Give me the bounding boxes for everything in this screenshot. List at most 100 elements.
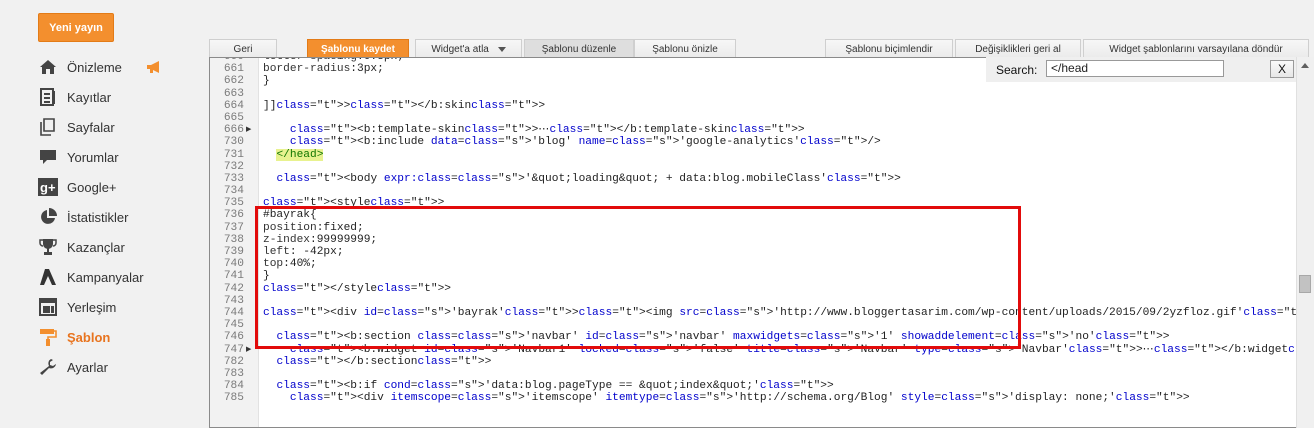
line-number: 665 [223, 111, 244, 124]
pie-chart-icon [38, 207, 58, 227]
adwords-icon [38, 267, 58, 287]
megaphone-icon [146, 61, 162, 76]
home-icon [38, 57, 58, 77]
highlight-box [255, 206, 1021, 349]
line-number: 733 [223, 172, 244, 185]
line-number: 746 [223, 331, 244, 344]
code-line: 785 class="t"><div itemscope=class="s">'… [210, 392, 1314, 404]
fold-arrow-icon[interactable]: ▶ [246, 124, 255, 136]
sidebar-item-label: Kazançlar [67, 239, 125, 255]
code-line: 664 ]]class="t">>class="t"></b:skinclass=… [210, 100, 1314, 112]
layout-icon [38, 297, 58, 317]
code-line: 731 </head> [210, 148, 1314, 161]
code-line: 730 class="t"><b:include data=class="s">… [210, 136, 1314, 148]
code-text: class="t"><b:include data=class="s">'blo… [289, 136, 881, 149]
paint-roller-icon [38, 327, 58, 347]
line-number: 785 [223, 392, 244, 405]
line-number: 738 [223, 233, 244, 246]
line-number: 747 [223, 343, 244, 356]
sidebar-item-campaigns[interactable]: Kampanyalar [38, 262, 208, 292]
code-line: 666 ▶ class="t"><b:template-skinclass="t"… [210, 124, 1314, 136]
line-number: 743 [223, 294, 244, 307]
code-text: ]]class="t">>class="t"></b:skinclass="t"… [263, 99, 546, 112]
scroll-up-arrow-icon[interactable] [1301, 63, 1309, 68]
sidebar-item-label: Şablon [67, 329, 111, 345]
code-text: class="t"></b:sectionclass="t">> [276, 355, 492, 368]
search-input[interactable]: </head [1046, 60, 1224, 77]
code-line: 732 [210, 161, 1314, 173]
code-text: class="t"><div itemscope=class="s">'item… [289, 392, 1190, 405]
sidebar-item-label: İstatistikler [67, 209, 129, 225]
sidebar-item-label: Kampanyalar [67, 269, 144, 285]
posts-icon [38, 87, 58, 107]
sidebar-item-earnings[interactable]: Kazançlar [38, 232, 208, 262]
chevron-down-icon [497, 46, 506, 52]
code-text: class="t"><b:if cond=class="s">'data:blo… [276, 380, 834, 393]
line-number: 744 [223, 306, 244, 319]
line-number: 782 [223, 355, 244, 368]
search-bar: Search: </head X [986, 57, 1298, 82]
wrench-icon [38, 357, 58, 377]
trophy-icon [38, 237, 58, 257]
code-line: 665 [210, 112, 1314, 124]
code-line: 733 class="t"><body expr:class=class="s"… [210, 173, 1314, 185]
code-text: class="t"><body expr:class=class="s">'&q… [276, 172, 901, 185]
scroll-thumb[interactable] [1299, 275, 1311, 293]
sidebar-item-layout[interactable]: Yerleşim [38, 292, 208, 322]
close-search-button[interactable]: X [1270, 60, 1294, 78]
sidebar-item-label: Google+ [67, 179, 117, 195]
line-number: 734 [223, 185, 244, 198]
scrollbar[interactable] [1296, 57, 1314, 428]
pages-icon [38, 117, 58, 137]
sidebar-item-label: Kayıtlar [67, 89, 112, 105]
sidebar-item-google-plus[interactable]: g+ Google+ [38, 172, 208, 202]
sidebar-item-preview[interactable]: Önizleme [38, 52, 208, 82]
sidebar-item-settings[interactable]: Ayarlar [38, 352, 208, 382]
search-label: Search: [996, 63, 1038, 77]
line-number: 732 [223, 160, 244, 173]
line-number: 666 [223, 124, 244, 137]
sidebar-item-pages[interactable]: Sayfalar [38, 112, 208, 142]
code-line: 782 class="t"></b:sectionclass="t">> [210, 356, 1314, 368]
code-line: 734 [210, 185, 1314, 197]
sidebar-item-label: Ayarlar [67, 359, 108, 375]
line-number: 663 [223, 87, 244, 100]
sidebar-item-posts[interactable]: Kayıtlar [38, 82, 208, 112]
jump-to-widget-label: Widget'a atla [431, 44, 489, 55]
svg-text:g+: g+ [40, 180, 56, 195]
line-number: 784 [223, 380, 244, 393]
code-text: } [263, 75, 270, 88]
line-number: 740 [223, 258, 244, 271]
fold-arrow-icon[interactable]: ▶ [246, 344, 255, 356]
line-number: 735 [223, 197, 244, 210]
sidebar-item-comments[interactable]: Yorumlar [38, 142, 208, 172]
code-line: 663 [210, 88, 1314, 100]
sidebar-item-label: Yerleşim [67, 299, 117, 315]
line-number: 661 [223, 63, 244, 76]
sidebar-item-label: Önizleme [67, 59, 122, 75]
line-number: 745 [223, 319, 244, 332]
line-number: 783 [223, 367, 244, 380]
comment-icon [38, 147, 58, 167]
sidebar-nav: Önizleme Kayıtlar Sayfalar Yorumlar g+ G… [38, 52, 208, 382]
line-number: 731 [223, 148, 244, 161]
code-text: </head> [276, 148, 324, 161]
line-number: 737 [223, 221, 244, 234]
code-line: 784 class="t"><b:if cond=class="s">'data… [210, 380, 1314, 392]
sidebar-item-template[interactable]: Şablon [38, 322, 208, 352]
sidebar-item-stats[interactable]: İstatistikler [38, 202, 208, 232]
sidebar-item-label: Yorumlar [67, 149, 119, 165]
line-number: 739 [223, 246, 244, 258]
sidebar-item-label: Sayfalar [67, 119, 115, 135]
line-number: 742 [223, 282, 244, 295]
code-line: 783 [210, 368, 1314, 380]
line-number: 662 [223, 75, 244, 88]
line-number: 730 [223, 136, 244, 149]
code-text: border-radius:3px; [263, 63, 384, 76]
new-post-button[interactable]: Yeni yayın [38, 13, 114, 42]
google-plus-icon: g+ [38, 177, 58, 197]
line-number: 736 [223, 209, 244, 222]
code-text: class="t"><b:template-skinclass="t">>⋯cl… [289, 124, 805, 137]
line-number: 664 [223, 99, 244, 112]
line-number: 741 [223, 270, 244, 283]
